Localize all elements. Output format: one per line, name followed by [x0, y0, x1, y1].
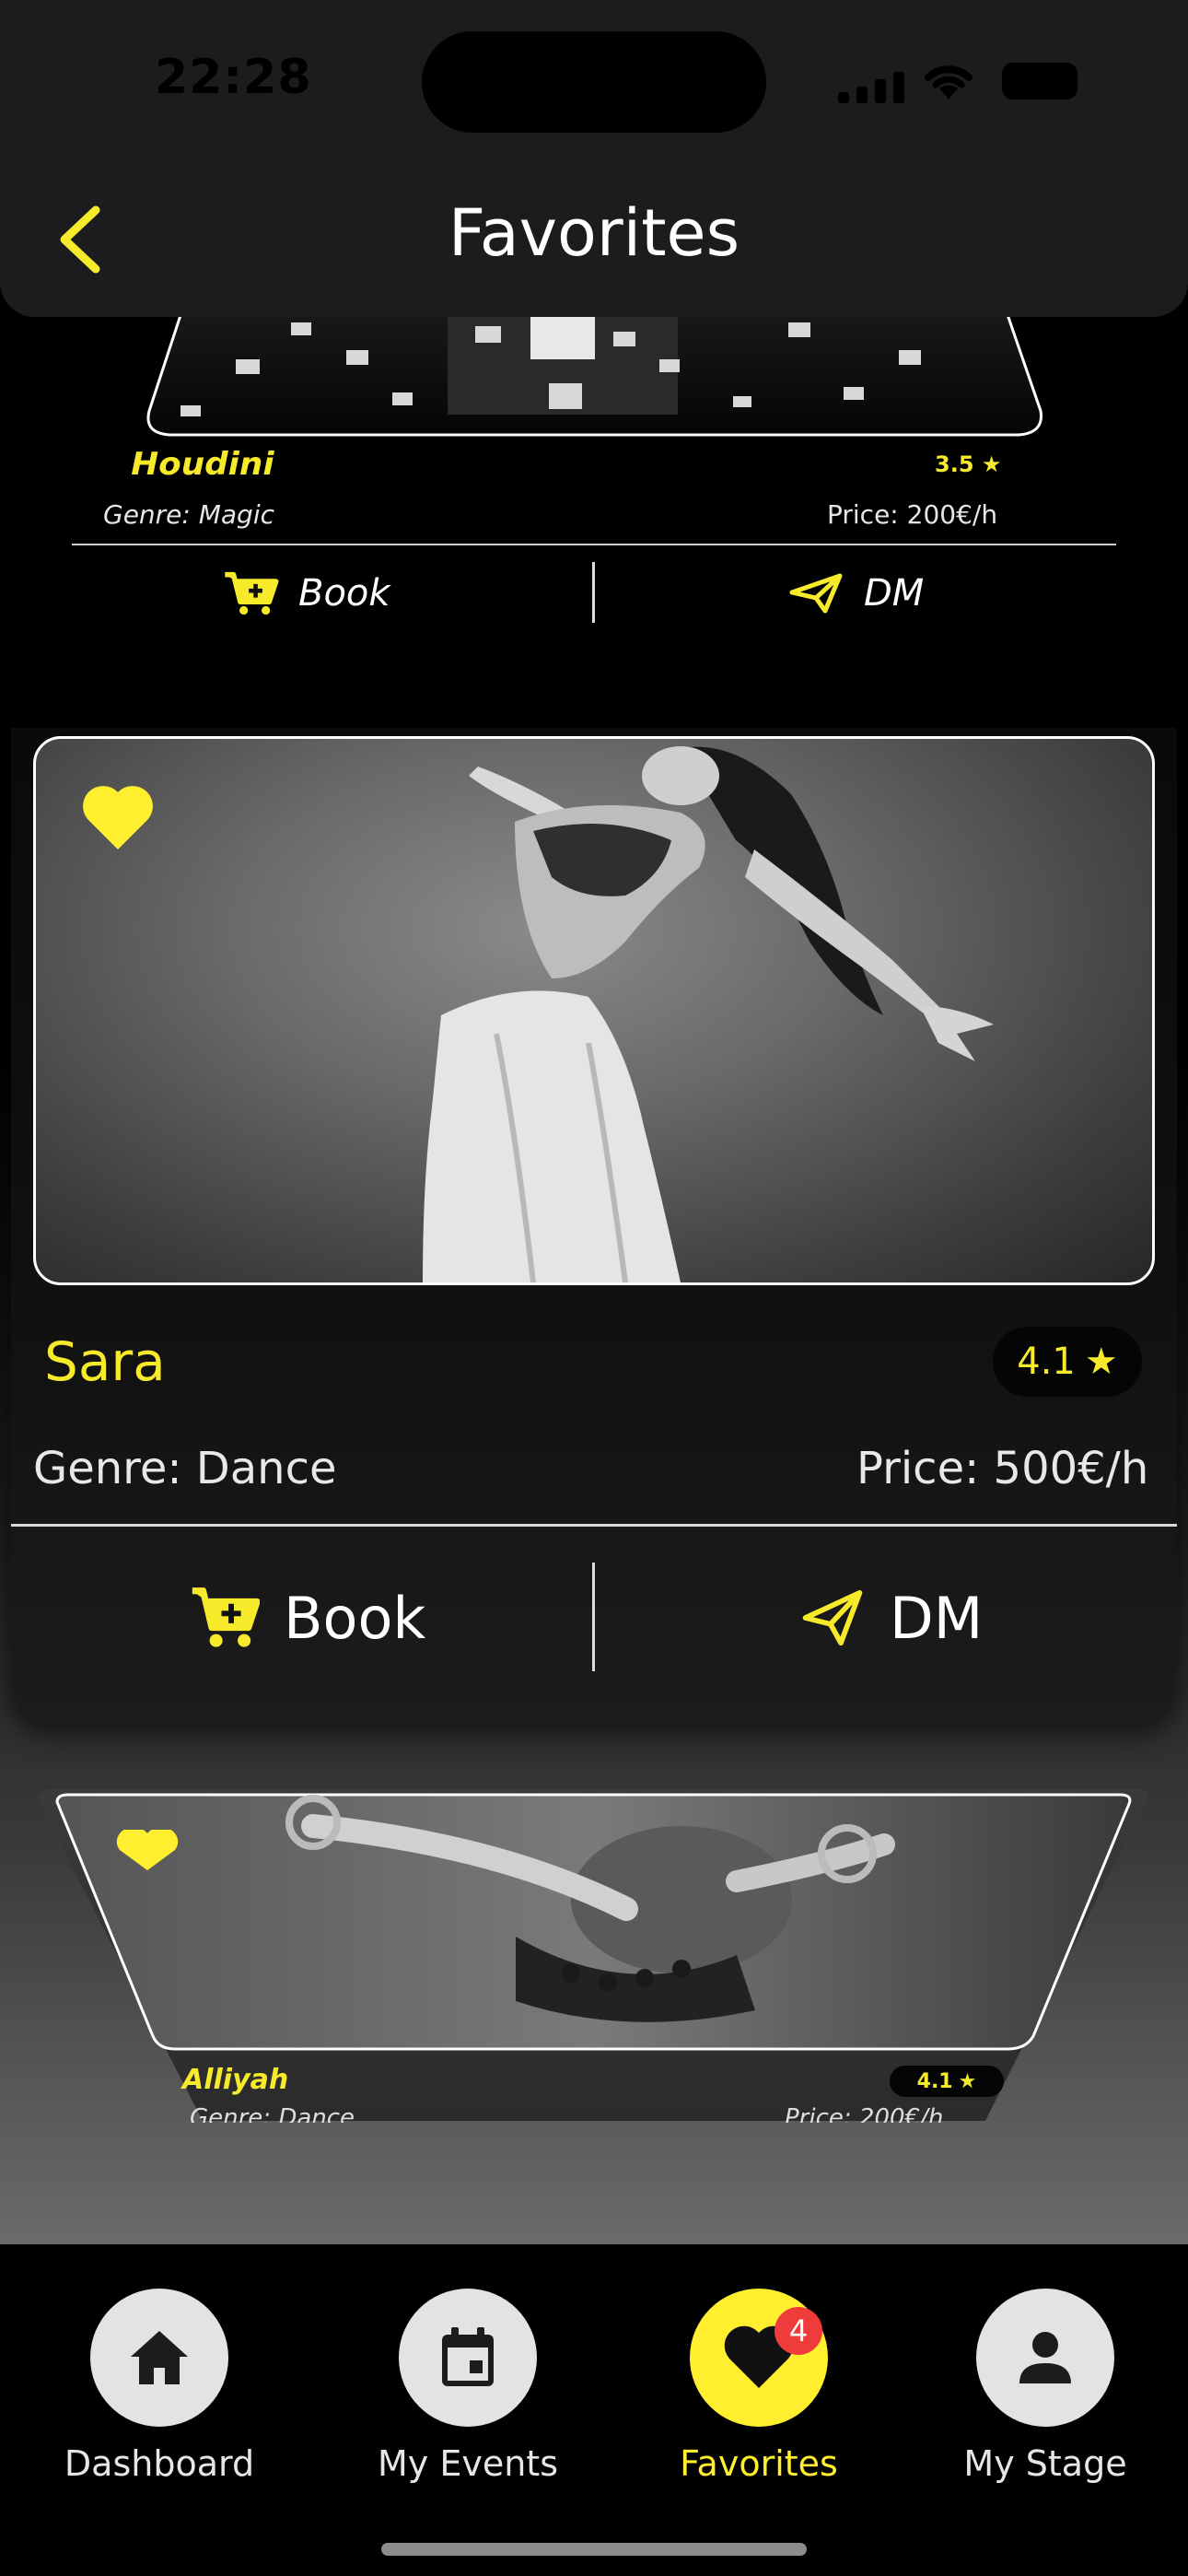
tab-icon-circle [90, 2289, 228, 2427]
dm-label: DM [890, 1584, 984, 1652]
rating-badge: 4.1 ★ [993, 1327, 1142, 1397]
dm-label: DM [864, 572, 925, 615]
rating-badge: 4.1 ★ [890, 2066, 1004, 2097]
book-label: Book [298, 572, 390, 615]
artist-photo-houdini[interactable] [144, 304, 1044, 437]
tab-my-stage[interactable]: My Stage [944, 2289, 1147, 2484]
rating-value: 4.1 [1017, 1341, 1076, 1383]
tab-icon-circle [976, 2289, 1114, 2427]
battery-icon [1002, 63, 1077, 100]
tab-label: Dashboard [64, 2443, 255, 2484]
star-icon: ★ [1084, 1341, 1118, 1383]
tab-my-events[interactable]: My Events [367, 2289, 569, 2484]
star-icon: ★ [958, 2069, 977, 2093]
favorite-heart-icon[interactable] [81, 785, 155, 851]
page-title: Favorites [448, 195, 740, 271]
divider [11, 1524, 1177, 1527]
star-icon: ★ [981, 451, 1002, 477]
status-time: 22:28 [155, 50, 312, 105]
artist-price: Price: 200€/h [827, 499, 998, 530]
wifi-icon [925, 65, 973, 100]
tab-icon-circle [399, 2289, 537, 2427]
artist-name: Alliyah [182, 2064, 289, 2096]
tab-icon-circle: 4 [690, 2289, 828, 2427]
signal-icon [838, 66, 912, 103]
tab-dashboard[interactable]: Dashboard [58, 2289, 261, 2484]
artist-genre: Genre: Magic [103, 499, 275, 530]
artist-rating: 3.5 ★ [935, 451, 1001, 477]
dm-button[interactable]: DM [788, 568, 924, 619]
calendar-icon [442, 2327, 494, 2386]
artist-genre: Genre: Dance [190, 2104, 355, 2123]
rating-value: 4.1 [916, 2069, 953, 2093]
home-icon [131, 2331, 188, 2384]
divider [592, 562, 595, 623]
tab-label: My Stage [963, 2443, 1127, 2484]
notification-badge: 4 [775, 2307, 822, 2355]
book-label: Book [284, 1584, 426, 1652]
rating-value: 3.5 [935, 451, 974, 477]
send-icon [802, 1589, 863, 1646]
cart-plus-icon [192, 1587, 260, 1647]
divider [72, 544, 1116, 545]
artist-price: Price: 200€/h [785, 2104, 944, 2123]
app-header: 22:28 Favorites [0, 0, 1188, 317]
artist-genre: Genre: Dance [33, 1443, 337, 1494]
dynamic-island [422, 31, 766, 133]
dm-button[interactable]: DM [801, 1583, 983, 1653]
favorite-heart-icon[interactable] [114, 1830, 181, 1870]
book-button[interactable]: Book [221, 568, 390, 619]
artist-price: Price: 500€/h [856, 1443, 1149, 1494]
send-icon [789, 573, 843, 614]
divider [592, 1563, 595, 1671]
book-button[interactable]: Book [190, 1583, 425, 1653]
artist-name: Houdini [131, 446, 274, 483]
tab-favorites[interactable]: 4 Favorites [658, 2289, 860, 2484]
artist-photo-sara[interactable] [33, 736, 1155, 1285]
tab-label: Favorites [680, 2443, 838, 2484]
cart-plus-icon [225, 571, 279, 615]
home-indicator[interactable] [381, 2543, 807, 2556]
artist-name: Sara [44, 1330, 166, 1393]
tab-label: My Events [377, 2443, 558, 2484]
person-icon [1019, 2332, 1071, 2383]
